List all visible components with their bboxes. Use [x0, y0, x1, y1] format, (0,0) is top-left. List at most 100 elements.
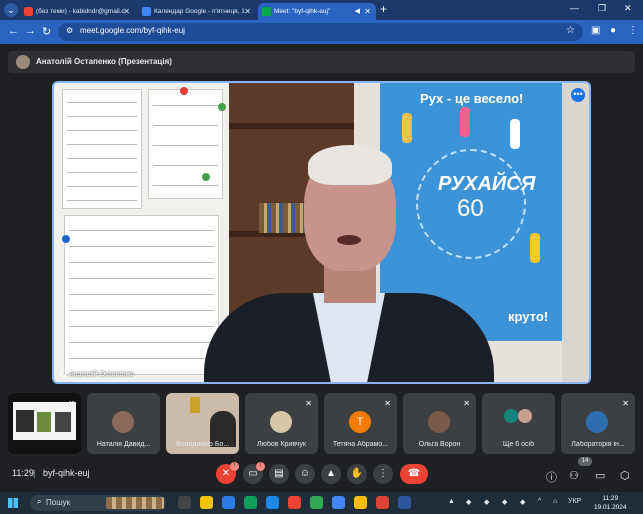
- green-pin: [202, 173, 210, 181]
- tray-icon[interactable]: ◆: [484, 498, 489, 506]
- search-label: Пошук: [46, 498, 71, 507]
- language-indicator[interactable]: УКР: [568, 498, 581, 505]
- poster-figure: [510, 119, 520, 149]
- chrome-icon[interactable]: [354, 496, 367, 509]
- search-highlight-image: [106, 497, 164, 509]
- file-explorer-icon[interactable]: [200, 496, 213, 509]
- green-pin: [218, 103, 226, 111]
- meet-icon: [262, 7, 271, 16]
- app-icon[interactable]: [244, 496, 257, 509]
- group-avatar: [504, 409, 518, 423]
- leave-call-button[interactable]: ☎: [400, 464, 428, 484]
- sidepanel-icon[interactable]: ▣: [591, 25, 600, 36]
- muted-icon: ✕: [622, 399, 629, 408]
- captions-button[interactable]: ▤: [269, 464, 289, 484]
- app-icon[interactable]: [376, 496, 389, 509]
- browser-menu-icon[interactable]: ⋮: [628, 25, 638, 36]
- muted-icon: ✕: [384, 399, 391, 408]
- chat-icon[interactable]: ▭: [595, 469, 605, 482]
- task-view-icon[interactable]: [178, 496, 191, 509]
- minimize-icon[interactable]: —: [570, 3, 579, 13]
- word-icon[interactable]: [398, 496, 411, 509]
- url-text: meet.google.com/byf-qihk-euj: [80, 26, 185, 35]
- address-bar[interactable]: ⚙ meet.google.com/byf-qihk-euj ☆: [58, 23, 583, 41]
- people-icon[interactable]: ⚇: [569, 469, 579, 482]
- tray-icon[interactable]: ◆: [520, 498, 525, 506]
- app-icon[interactable]: [288, 496, 301, 509]
- tab-meet[interactable]: Meet: "byf-qihk-euj" ◀ ✕: [258, 3, 376, 20]
- participant-tile[interactable]: Володимир Бо...: [166, 393, 239, 454]
- emoji-button[interactable]: ☺: [295, 464, 315, 484]
- participant-tile[interactable]: ✕ Лабораторія ін...: [561, 393, 635, 454]
- tray-icon[interactable]: ▲: [448, 498, 455, 505]
- taskbar-search[interactable]: ⌕ Пошук: [30, 495, 166, 511]
- tab-calendar[interactable]: Календар Google - п'ятниця, 1 ✕: [138, 3, 256, 20]
- participant-tile[interactable]: ✕ Ольга Ворон: [403, 393, 476, 454]
- tab-gmail[interactable]: (без теми) - kabidndr@gmail.c ✕: [20, 3, 135, 20]
- meeting-code: byf-qihk-euj: [43, 468, 90, 478]
- presenter-header: Анатолій Остапенко (Презентація): [8, 51, 635, 73]
- shared-screen-thumbnail: [13, 402, 76, 440]
- participant-name: Лабораторія ін...: [571, 441, 625, 448]
- participant-name: Наталія Давид...: [96, 441, 151, 448]
- participants-count: 14: [578, 457, 592, 466]
- chrome-icon[interactable]: [332, 496, 345, 509]
- participant-name: Ольга Ворон: [418, 441, 461, 448]
- close-tab-icon[interactable]: ✕: [123, 3, 130, 20]
- maximize-icon[interactable]: ❐: [598, 3, 606, 14]
- meeting-info-icon[interactable]: ⓘ: [546, 469, 557, 485]
- activities-icon[interactable]: ⬡: [620, 469, 630, 482]
- participant-tile[interactable]: T ✕ Тетяна Абрамо...: [324, 393, 397, 454]
- tab-meet-label: Meet: "byf-qihk-euj": [274, 8, 331, 15]
- close-tab-icon[interactable]: ✕: [244, 3, 251, 20]
- start-icon[interactable]: [8, 498, 18, 508]
- tray-icon[interactable]: ◆: [466, 498, 471, 506]
- site-info-icon[interactable]: ⚙: [66, 26, 73, 35]
- blue-pin: [62, 235, 70, 243]
- tray-icon[interactable]: ◆: [502, 498, 507, 506]
- participant-tile[interactable]: Наталія Давид...: [87, 393, 160, 454]
- main-video[interactable]: Рух - це весело! РУХАЙСЯ 60 круто! ••• А…: [52, 81, 591, 384]
- more-options-button[interactable]: ⋮: [373, 464, 393, 484]
- meeting-controls: 11:29 | byf-qihk-euj ✕ ! ▭ ! ▤ ☺ ▲ ✋ ⋮ ☎…: [0, 457, 643, 492]
- raise-hand-button[interactable]: ✋: [347, 464, 367, 484]
- paper-sheet: [62, 89, 142, 209]
- participant-tile-screen[interactable]: ✕: [8, 393, 81, 454]
- avatar: [112, 411, 134, 433]
- tab-calendar-label: Календар Google - п'ятниця, 1: [154, 8, 245, 15]
- app-icon[interactable]: [310, 496, 323, 509]
- avatar: [270, 411, 292, 433]
- participant-name: Любов Кривчук: [257, 441, 306, 448]
- windows-taskbar: ⌕ Пошук ▲ ◆ ◆ ◆ ◆ ^ ⌂ УКР 11:29 19.01.20…: [0, 492, 643, 514]
- separator: |: [33, 468, 36, 478]
- tray-icon[interactable]: ⌂: [553, 498, 557, 505]
- clock-date: 19.01.2024: [594, 504, 627, 511]
- more-options-icon[interactable]: •••: [571, 88, 585, 102]
- presenter-label: Анатолій Остапенко (Презентація): [36, 57, 172, 66]
- muted-icon: ✕: [305, 399, 312, 408]
- new-tab-button[interactable]: +: [380, 2, 387, 16]
- edge-icon[interactable]: [266, 496, 279, 509]
- participant-tile[interactable]: ✕ Любов Кривчук: [245, 393, 318, 454]
- back-icon[interactable]: ←: [8, 25, 19, 37]
- clock-time: 11:29: [602, 495, 619, 502]
- whiteboard: [54, 83, 229, 382]
- profile-icon[interactable]: ●: [610, 25, 616, 36]
- system-clock[interactable]: 11:29 19.01.2024: [594, 494, 627, 512]
- tray-icon[interactable]: ^: [538, 498, 541, 505]
- reload-icon[interactable]: ↻: [42, 25, 51, 38]
- close-tab-icon[interactable]: ✕: [364, 3, 371, 20]
- close-window-icon[interactable]: ✕: [624, 3, 632, 14]
- store-icon[interactable]: [222, 496, 235, 509]
- present-button[interactable]: ▲: [321, 464, 341, 484]
- wall: [562, 83, 589, 382]
- bookmark-star-icon[interactable]: ☆: [566, 25, 575, 36]
- forward-icon[interactable]: →: [25, 25, 36, 37]
- meeting-time: 11:29: [12, 468, 34, 478]
- browser-tab-strip: ⌄ (без теми) - kabidndr@gmail.c ✕ Календ…: [0, 0, 643, 20]
- participant-tile-more[interactable]: Ще 6 осіб: [482, 393, 555, 454]
- speaker-icon[interactable]: ◀: [355, 3, 360, 20]
- participant-name: Володимир Бо...: [176, 441, 230, 448]
- tab-search-dropdown-icon[interactable]: ⌄: [4, 3, 18, 17]
- mic-warning-badge: !: [230, 462, 239, 471]
